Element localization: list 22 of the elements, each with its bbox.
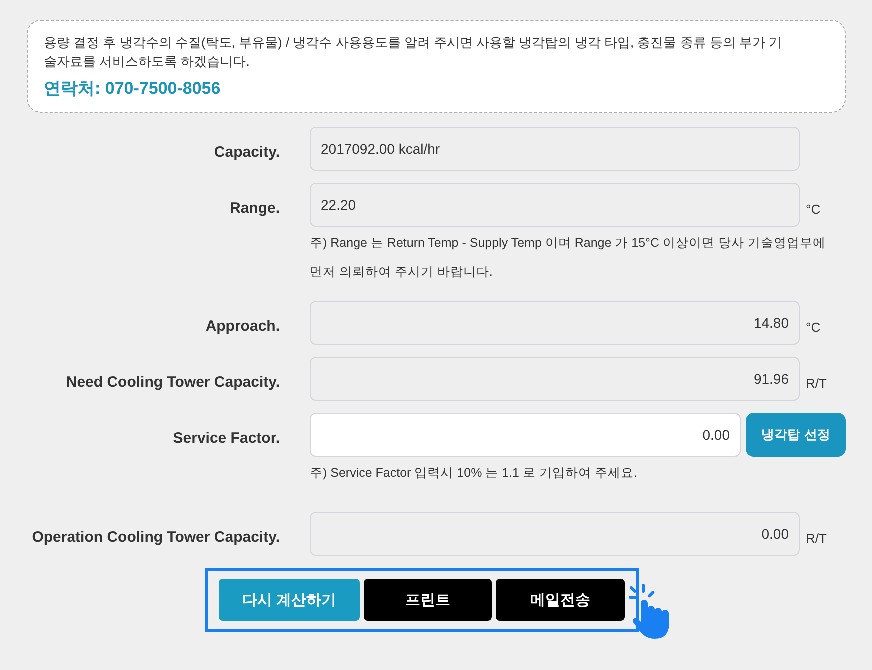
input-field[interactable]: 14.80 [310, 301, 800, 345]
input-field[interactable]: 2017092.00 kcal/hr [310, 127, 800, 171]
input-field[interactable]: 22.20 [310, 183, 800, 227]
field-label: Operation Cooling Tower Capacity. [31, 528, 280, 546]
action-button[interactable]: 메일전송 [496, 579, 625, 621]
input-field[interactable]: 91.96 [310, 357, 800, 401]
action-button[interactable]: 프린트 [364, 579, 492, 621]
unit-label: R/T [806, 530, 827, 546]
field-label: Service Factor. [172, 428, 280, 446]
input-field[interactable]: 0.00 [310, 413, 741, 457]
field-label: Need Cooling Tower Capacity. [65, 372, 280, 390]
field-label: Capacity. [213, 142, 280, 160]
contact-phone: 연락처: 070-7500-8056 [44, 78, 222, 100]
field-label: Range. [228, 198, 280, 216]
notice-text: 용량 결정 후 냉각수의 수질(탁도, 부유물) / 냉각수 사용용도를 알려 주시면 사용할 냉각탑의 냉각 타입, 충진물 종류 등의 부가 기술자료를 서비스하도록 하겠습니다. [44, 34, 784, 71]
input-field[interactable]: 0.00 [310, 512, 800, 556]
hint-text: 주) Service Factor 입력시 10% 는 1.1 로 기입하여 주세요. [310, 465, 638, 482]
field-label: Approach. [204, 316, 280, 334]
unit-label: °C [806, 318, 821, 334]
unit-label: R/T [806, 374, 827, 390]
unit-label: °C [806, 200, 821, 216]
hint-text: 주) Range 는 Return Temp - Supply Temp 이며 Range 가 15°C 이상이면 당사 기술영업부에 먼저 의뢰하여 주시기 바랍니다. [310, 235, 827, 281]
